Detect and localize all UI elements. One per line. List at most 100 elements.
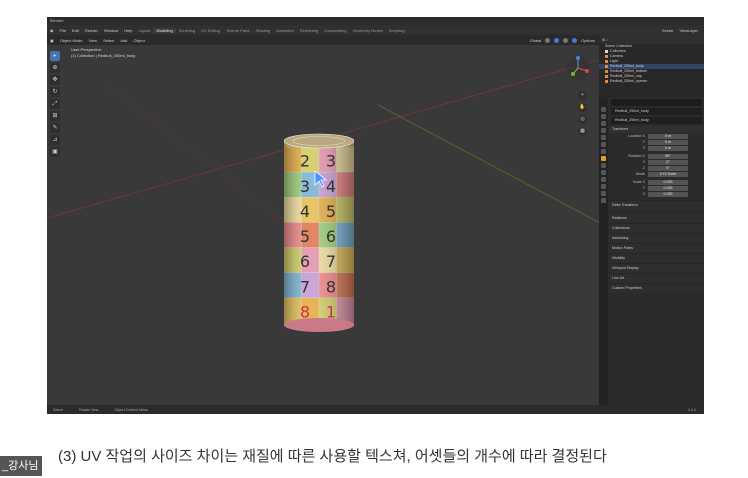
- material-tab-icon[interactable]: [601, 198, 606, 203]
- particles-tab-icon[interactable]: [601, 170, 606, 175]
- view-layer-tab-icon[interactable]: [601, 128, 606, 133]
- object-name-header[interactable]: Redbull_250ml_body: [611, 108, 702, 115]
- tab-compositing[interactable]: Compositing: [321, 28, 349, 33]
- uv-number-label: 3: [300, 177, 310, 196]
- line-art-panel[interactable]: Line Art: [609, 273, 704, 283]
- menu-view[interactable]: View: [85, 38, 100, 43]
- properties-content: Redbull_250ml_body Redbull_250ml_body Tr…: [609, 97, 704, 293]
- location-y-field[interactable]: 0 m: [648, 139, 688, 145]
- tab-layout[interactable]: Layout: [135, 28, 153, 33]
- tab-rendering[interactable]: Rendering: [297, 28, 321, 33]
- uv-number-label: 3: [326, 152, 336, 171]
- tab-animation[interactable]: Animation: [273, 28, 297, 33]
- options-dropdown[interactable]: Options: [581, 38, 595, 43]
- outliner-item-opener[interactable]: Redbull_250ml_opener: [599, 79, 704, 84]
- top-menubar: ◉ File Edit Render Window Help Layout Mo…: [47, 25, 704, 35]
- measure-tool-icon[interactable]: ⊿: [50, 135, 60, 145]
- tool-tab-icon[interactable]: [601, 107, 606, 112]
- snap-icon[interactable]: [545, 37, 551, 43]
- tab-sculpting[interactable]: Sculpting: [176, 28, 198, 33]
- transform-orientation[interactable]: Global: [530, 38, 542, 43]
- tab-uv-editing[interactable]: UV Editing: [198, 28, 223, 33]
- overlay-icon[interactable]: [554, 37, 560, 43]
- relations-panel[interactable]: Relations: [609, 213, 704, 223]
- scale-y-field[interactable]: 0.053: [648, 185, 688, 191]
- modifier-tab-icon[interactable]: [601, 163, 606, 168]
- menu-file[interactable]: File: [57, 28, 69, 33]
- shading-material-icon[interactable]: [572, 37, 578, 43]
- menu-window[interactable]: Window: [101, 28, 121, 33]
- motion-paths-panel[interactable]: Motion Paths: [609, 243, 704, 253]
- cursor-tool-icon[interactable]: ⊕: [50, 63, 60, 73]
- status-bar: Select Rotate View Object Context Menu 3…: [47, 405, 704, 414]
- custom-properties-panel[interactable]: Custom Properties: [609, 283, 704, 293]
- menu-edit[interactable]: Edit: [69, 28, 82, 33]
- mode-selector[interactable]: Object Mode: [57, 38, 86, 43]
- rotation-x-field[interactable]: 90°: [648, 153, 688, 159]
- zoom-icon[interactable]: +: [578, 91, 587, 100]
- tab-geometry-nodes[interactable]: Geometry Nodes: [350, 28, 386, 33]
- scene-tab-icon[interactable]: [601, 135, 606, 140]
- transform-tool-icon[interactable]: ⊞: [50, 111, 60, 121]
- rotation-z-field[interactable]: 0°: [648, 165, 688, 171]
- blender-logo-icon[interactable]: ◉: [47, 28, 57, 33]
- collection-tab-icon[interactable]: [601, 149, 606, 154]
- navigation-gizmo-icon[interactable]: [565, 55, 591, 81]
- 3d-viewport[interactable]: ▸ ⊕ ✥ ↻ ⤢ ⊞ ✎ ⊿ ▣ User Perspective (1) C…: [47, 45, 599, 405]
- location-x-field[interactable]: 0 m: [648, 133, 688, 139]
- redbull-can-model[interactable]: 2 33 44 55 66 77 88 1: [284, 133, 354, 333]
- physics-tab-icon[interactable]: [601, 177, 606, 182]
- location-z-field[interactable]: 0 m: [648, 145, 688, 151]
- move-tool-icon[interactable]: ✥: [50, 75, 60, 85]
- output-tab-icon[interactable]: [601, 121, 606, 126]
- world-tab-icon[interactable]: [601, 142, 606, 147]
- uv-number-label: 8: [326, 277, 336, 296]
- object-name-field[interactable]: Redbull_250ml_body: [611, 117, 702, 124]
- select-tool-icon[interactable]: ▸: [50, 51, 60, 61]
- uv-number-label: 6: [326, 227, 336, 246]
- rotation-mode-dropdown[interactable]: XYZ Euler: [648, 171, 688, 177]
- transform-panel-header[interactable]: Transform: [609, 126, 704, 133]
- menu-object[interactable]: Object: [130, 38, 148, 43]
- scene-selector[interactable]: Scene: [662, 28, 673, 33]
- scale-z-field[interactable]: 0.053: [648, 191, 688, 197]
- constraints-tab-icon[interactable]: [601, 184, 606, 189]
- annotate-tool-icon[interactable]: ✎: [50, 123, 60, 133]
- viewport-header: ▣ Object Mode View Select Add Object Glo…: [47, 35, 599, 45]
- rotation-y-field[interactable]: 0°: [648, 159, 688, 165]
- render-tab-icon[interactable]: [601, 114, 606, 119]
- status-rotate-view: Rotate View: [79, 407, 99, 412]
- tab-shading[interactable]: Shading: [252, 28, 273, 33]
- add-cube-tool-icon[interactable]: ▣: [50, 147, 60, 157]
- menu-help[interactable]: Help: [121, 28, 135, 33]
- visibility-panel[interactable]: Visibility: [609, 253, 704, 263]
- shading-solid-icon[interactable]: [563, 37, 569, 43]
- instancing-panel[interactable]: Instancing: [609, 233, 704, 243]
- uv-number-label: 5: [300, 227, 310, 246]
- menu-render[interactable]: Render: [82, 28, 101, 33]
- window-title: Blender: [50, 18, 64, 23]
- properties-search-input[interactable]: [611, 99, 702, 106]
- object-tab-icon[interactable]: [601, 156, 606, 161]
- menu-select[interactable]: Select: [100, 38, 117, 43]
- scale-x-field[interactable]: 0.053: [648, 179, 688, 185]
- caption-text: (3) UV 작업의 사이즈 차이는 재질에 따른 사용할 텍스쳐, 어셋들의 …: [58, 448, 607, 465]
- menu-add[interactable]: Add: [117, 38, 130, 43]
- tab-modeling[interactable]: Modeling: [153, 27, 176, 33]
- uv-number-label: 4: [326, 177, 336, 196]
- perspective-toggle-icon[interactable]: ▦: [578, 127, 587, 136]
- outliner-header: ⊞ ⌕: [599, 35, 704, 44]
- tab-texture-paint[interactable]: Texture Paint: [223, 28, 252, 33]
- camera-view-icon[interactable]: ◎: [578, 115, 587, 124]
- collections-panel[interactable]: Collections: [609, 223, 704, 233]
- rotate-tool-icon[interactable]: ↻: [50, 87, 60, 97]
- viewport-display-panel[interactable]: Viewport Display: [609, 263, 704, 273]
- pan-hand-icon[interactable]: ✋: [578, 103, 587, 112]
- delta-transform-panel[interactable]: Delta Transform: [609, 200, 704, 210]
- blender-version: 3.4.1: [688, 407, 696, 412]
- data-tab-icon[interactable]: [601, 191, 606, 196]
- view-layer-selector[interactable]: ViewLayer: [679, 28, 698, 33]
- tab-scripting[interactable]: Scripting: [386, 28, 408, 33]
- scale-tool-icon[interactable]: ⤢: [50, 99, 60, 109]
- editor-type-icon[interactable]: ▣: [47, 38, 57, 43]
